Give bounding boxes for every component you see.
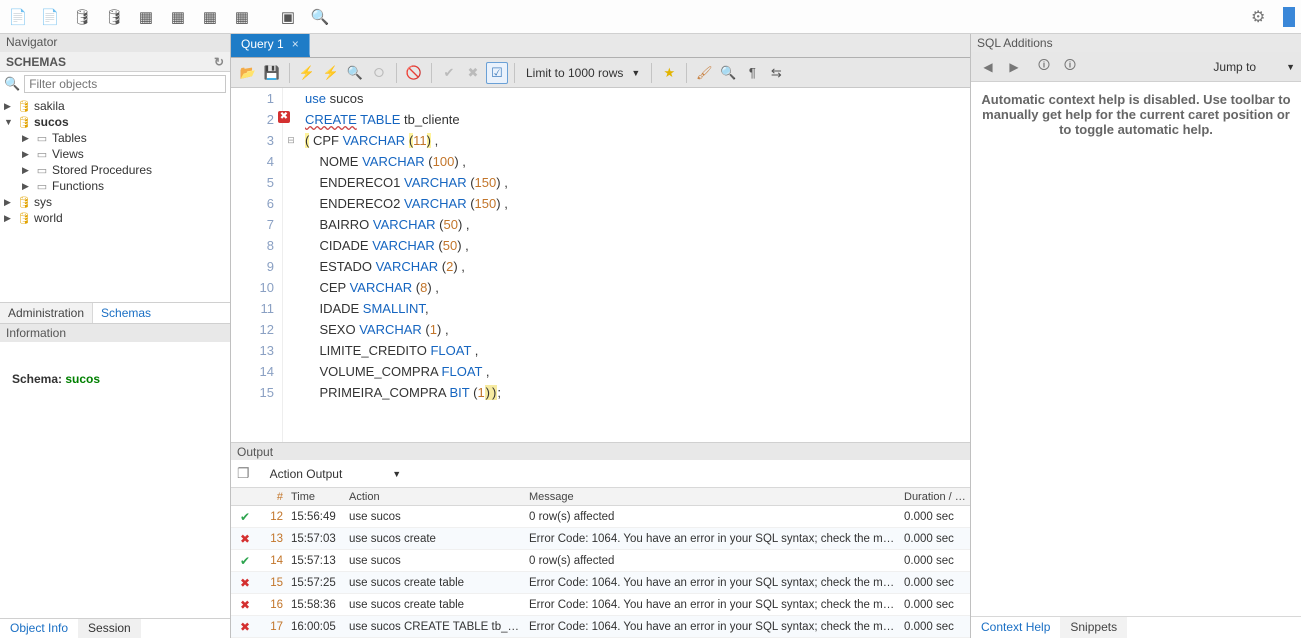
execute-icon[interactable]: ⚡	[296, 62, 318, 84]
explain-icon[interactable]: 🔍	[344, 62, 366, 84]
execute-cursor-icon[interactable]: ⚡	[320, 62, 342, 84]
schemas-label: SCHEMAS	[6, 55, 66, 69]
col-duration: Duration / Fetch	[900, 491, 970, 503]
schema-child-stored-procedures[interactable]: ▶▭Stored Procedures	[0, 162, 230, 178]
schema-child-tables[interactable]: ▶▭Tables	[0, 130, 230, 146]
row-limit-select[interactable]: Limit to 1000 rows ▼	[521, 65, 645, 81]
wrap-icon[interactable]: ¶	[741, 62, 763, 84]
output-selector[interactable]: Action Output ▼	[270, 467, 402, 481]
tab-object-info[interactable]: Object Info	[0, 619, 78, 638]
row-limit-label: Limit to 1000 rows	[526, 66, 623, 80]
navigator-title: Navigator	[0, 34, 230, 52]
information-body: Schema: sucos	[0, 342, 230, 416]
output-row[interactable]: ✖ 16 15:58:36 use sucos create table Err…	[231, 594, 970, 616]
nav-fwd-icon[interactable]: ▶	[1003, 56, 1025, 78]
open-sql-icon[interactable]: 📄	[38, 5, 62, 29]
autocommit-toggle[interactable]: ☑	[486, 62, 508, 84]
tab-schemas[interactable]: Schemas	[93, 303, 159, 323]
app-toolbar: 📄 📄 🛢 🛢 ▦ ▦ ▦ ▦ ▣ 🔍 ⚙	[0, 0, 1301, 34]
info-bottom-tabs: Object Info Session	[0, 618, 230, 638]
output-row[interactable]: ✖ 13 15:57:03 use sucos create Error Cod…	[231, 528, 970, 550]
dropdown-caret-icon: ▼	[631, 68, 640, 78]
output-table: # Time Action Message Duration / Fetch ✔…	[231, 488, 970, 638]
tab-context-help[interactable]: Context Help	[971, 617, 1060, 638]
no-limit-icon[interactable]: 🚫	[403, 62, 425, 84]
schema-key: Schema:	[12, 372, 62, 386]
col-time: Time	[287, 491, 345, 503]
open-file-icon[interactable]: 📂	[237, 62, 259, 84]
tab-administration[interactable]: Administration	[0, 303, 93, 323]
new-sql-tab-icon[interactable]: 📄	[6, 5, 30, 29]
output-controls: ❐ Action Output ▼	[231, 460, 970, 488]
sql-additions-title: SQL Additions	[971, 34, 1301, 52]
save-file-icon[interactable]: 💾	[261, 62, 283, 84]
commit-icon[interactable]: ✔	[438, 62, 460, 84]
search-icon[interactable]: 🔍	[308, 5, 332, 29]
output-row[interactable]: ✖ 15 15:57:25 use sucos create table Err…	[231, 572, 970, 594]
right-toolbar: ◀ ▶ 🛈 🛈 Jump to ▼	[971, 52, 1301, 82]
filter-search-icon: 🔍	[4, 76, 20, 92]
preferences-icon[interactable]: ▣	[276, 5, 300, 29]
query-tab-1[interactable]: Query 1 ×	[231, 34, 310, 57]
col-num: #	[259, 491, 287, 503]
query-tab-label: Query 1	[241, 37, 284, 51]
tab-session[interactable]: Session	[78, 619, 141, 638]
favorite-icon[interactable]: ★	[658, 62, 680, 84]
output-row[interactable]: ✖ 17 16:00:05 use sucos CREATE TABLE tb_…	[231, 616, 970, 638]
gear-icon[interactable]: ⚙	[1251, 7, 1271, 27]
sql-additions-panel: SQL Additions ◀ ▶ 🛈 🛈 Jump to ▼ Automati…	[971, 34, 1301, 638]
query-toolbar: 📂 💾 ⚡ ⚡ 🔍 ⭘ 🚫 ✔ ✖ ☑ Limit to 1000 rows ▼…	[231, 58, 970, 88]
output-header-row: # Time Action Message Duration / Fetch	[231, 488, 970, 506]
schema-item-sakila[interactable]: ▶🛢sakila	[0, 98, 230, 114]
output-title: Output	[231, 442, 970, 460]
center-panel: Query 1 × 📂 💾 ⚡ ⚡ 🔍 ⭘ 🚫 ✔ ✖ ☑ Limit to 1…	[231, 34, 971, 638]
beautify-icon[interactable]: 🖌	[693, 62, 715, 84]
refresh-icon[interactable]: ↻	[214, 55, 224, 69]
context-help-body: Automatic context help is disabled. Use …	[971, 82, 1301, 616]
output-row[interactable]: ✔ 12 15:56:49 use sucos 0 row(s) affecte…	[231, 506, 970, 528]
col-action: Action	[345, 491, 525, 503]
nav-bottom-tabs: Administration Schemas	[0, 302, 230, 324]
db-export-icon[interactable]: ▦	[198, 5, 222, 29]
stop-icon[interactable]: ⭘	[368, 62, 390, 84]
nav-back-icon[interactable]: ◀	[977, 56, 999, 78]
db-users-icon[interactable]: ▦	[166, 5, 190, 29]
col-message: Message	[525, 491, 900, 503]
jump-to-select[interactable]: Jump to ▼	[1213, 60, 1295, 74]
rollback-icon[interactable]: ✖	[462, 62, 484, 84]
db-inspector-icon[interactable]: 🛢	[70, 5, 94, 29]
right-bottom-tabs: Context Help Snippets	[971, 616, 1301, 638]
schema-child-views[interactable]: ▶▭Views	[0, 146, 230, 162]
panel-toggle[interactable]	[1283, 7, 1295, 27]
schema-value: sucos	[65, 372, 100, 386]
schema-item-sys[interactable]: ▶🛢sys	[0, 194, 230, 210]
sql-editor[interactable]: 123456789101112131415 ⊟ use sucosCREATE …	[231, 88, 970, 442]
schema-child-functions[interactable]: ▶▭Functions	[0, 178, 230, 194]
schema-item-world[interactable]: ▶🛢world	[0, 210, 230, 226]
schema-item-sucos[interactable]: ▼🛢sucos	[0, 114, 230, 130]
filter-objects-input[interactable]	[24, 75, 226, 93]
help-auto-icon[interactable]: 🛈	[1059, 56, 1081, 78]
output-row[interactable]: ✔ 14 15:57:13 use sucos 0 row(s) affecte…	[231, 550, 970, 572]
schemas-header: SCHEMAS ↻	[0, 52, 230, 72]
close-tab-icon[interactable]: ×	[292, 37, 299, 51]
query-tabs: Query 1 ×	[231, 34, 970, 58]
db-icon[interactable]: 🛢	[102, 5, 126, 29]
navigator-panel: Navigator SCHEMAS ↻ 🔍 ▶🛢sakila▼🛢sucos▶▭T…	[0, 34, 231, 638]
db-status-icon[interactable]: ▦	[134, 5, 158, 29]
db-import-icon[interactable]: ▦	[230, 5, 254, 29]
find-icon[interactable]: 🔍	[717, 62, 739, 84]
help-manual-icon[interactable]: 🛈	[1033, 56, 1055, 78]
schema-tree: ▶🛢sakila▼🛢sucos▶▭Tables▶▭Views▶▭Stored P…	[0, 96, 230, 302]
tab-snippets[interactable]: Snippets	[1060, 617, 1127, 638]
information-title: Information	[0, 324, 230, 342]
invisibles-icon[interactable]: ⇆	[765, 62, 787, 84]
output-list-icon[interactable]: ❐	[237, 465, 250, 482]
